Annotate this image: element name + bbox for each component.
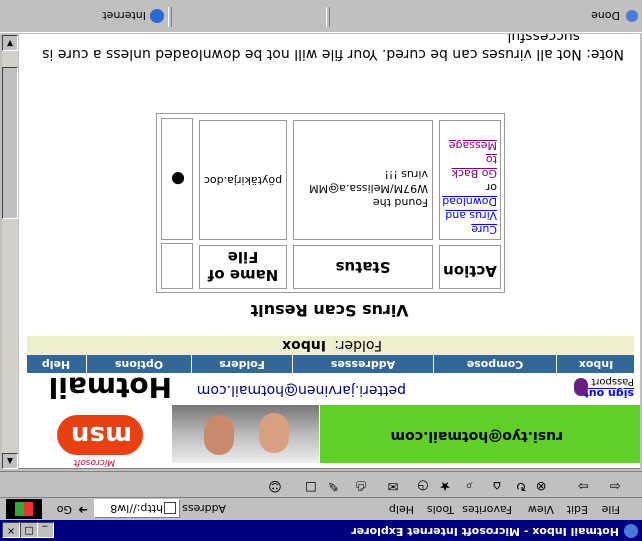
- cure-link-text: Download: [442, 195, 497, 208]
- menu-help[interactable]: Help: [389, 503, 414, 516]
- home-icon[interactable]: ⌂: [488, 477, 506, 493]
- menu-tools[interactable]: Tools: [427, 503, 454, 516]
- favorites-icon[interactable]: ★: [436, 477, 454, 493]
- scroll-down-icon[interactable]: ▼: [2, 35, 18, 51]
- virus-icon-cell: ●: [161, 118, 193, 240]
- search-icon[interactable]: ⌕: [460, 477, 478, 493]
- go-button[interactable]: ➜ Go: [46, 501, 90, 518]
- status-text: Done: [591, 9, 620, 22]
- menu-file[interactable]: File: [602, 503, 620, 516]
- header-action: Action: [439, 245, 501, 289]
- or-text: or: [485, 181, 497, 194]
- title-bar: Hotmail Inbox - Microsoft Internet Explo…: [0, 520, 642, 541]
- file-cell: pöytäkirja.doc: [199, 120, 287, 240]
- folder-label: Folder:: [334, 337, 382, 353]
- header-file: Name of File: [199, 245, 287, 289]
- nav-addresses[interactable]: Addresses: [293, 355, 434, 373]
- photo-ad[interactable]: [172, 405, 319, 463]
- menu-edit[interactable]: Edit: [567, 503, 588, 516]
- hotmail-title: Hotmail: [48, 371, 172, 404]
- ad-banner[interactable]: rusi.tyo@hotmail.com: [320, 405, 640, 463]
- toolbar: ⇦ ⇨ ⊗ ↻ ⌂ ⌕ ★ ◷ ✉ ⎙ ✎ ☐ ☺: [0, 471, 642, 497]
- forward-icon[interactable]: ⇨: [574, 477, 592, 493]
- globe-icon: [150, 9, 164, 23]
- msn-logo-text: msn: [70, 420, 132, 450]
- bomb-icon: ●: [171, 170, 185, 189]
- go-back-link-text: Go Back: [451, 167, 497, 180]
- windows-flag-icon: [15, 502, 33, 516]
- maximize-button[interactable]: □: [20, 522, 38, 538]
- nav-bar: Inbox Compose Addresses Folders Options …: [26, 355, 634, 373]
- menu-bar: File Edit View Favorites Tools Help Addr…: [0, 497, 642, 519]
- print-icon[interactable]: ⎙: [352, 477, 370, 493]
- menu-favorites[interactable]: Favorites: [462, 503, 512, 516]
- folder-name: Inbox: [282, 337, 326, 353]
- history-icon[interactable]: ◷: [414, 477, 432, 493]
- person-image: [259, 413, 289, 453]
- passport-label: Passport: [591, 376, 634, 387]
- cure-link-text: Cure: [471, 223, 497, 236]
- nav-folders[interactable]: Folders: [192, 355, 293, 373]
- address-field[interactable]: http://lw8: [94, 499, 180, 518]
- stop-icon[interactable]: ⊗: [532, 477, 550, 493]
- status-divider: [168, 7, 172, 27]
- sign-out-link[interactable]: sign out: [584, 387, 635, 400]
- nav-options[interactable]: Options: [87, 355, 192, 373]
- microsoft-label: Microsoft: [73, 457, 115, 467]
- virus-note: Note: Not all viruses can be cured. Your…: [24, 34, 624, 63]
- scan-title: Virus Scan Result: [250, 301, 409, 320]
- person-image: [204, 415, 234, 455]
- header-status: Status: [293, 245, 433, 289]
- messenger-icon[interactable]: ☺: [266, 477, 284, 493]
- status-bar: Done Internet: [0, 0, 642, 33]
- msn-logo[interactable]: msn Microsoft: [55, 413, 145, 467]
- cure-link[interactable]: Cure Virus and Download: [442, 194, 497, 236]
- note-line: Note: Not all viruses can be cured. Your…: [42, 46, 624, 62]
- nav-compose[interactable]: Compose: [434, 355, 557, 373]
- action-cell: Cure Virus and Download or Go Back to Me…: [439, 120, 501, 240]
- virus-name: W97M/Melissa.a@MM: [309, 182, 428, 195]
- status-cell: Found the W97M/Melissa.a@MM virus !!!: [293, 120, 433, 240]
- banner-email: rusi.tyo@hotmail.com: [390, 428, 564, 444]
- mail-icon[interactable]: ✉: [384, 477, 402, 493]
- cure-link-text: Virus and: [445, 209, 497, 222]
- go-back-link[interactable]: Go Back to Message: [443, 138, 497, 180]
- nav-inbox[interactable]: Inbox: [558, 355, 634, 373]
- nav-help[interactable]: Help: [26, 355, 87, 373]
- windows-throbber: [6, 499, 42, 519]
- address-value: http://lw8: [110, 502, 163, 515]
- address-label: Address: [182, 502, 226, 515]
- status-text: virus !!!: [384, 168, 428, 181]
- user-email: petteri.jarvinen@hotmail.com: [196, 382, 406, 398]
- passport-icon: [574, 378, 588, 396]
- security-zone: Internet: [102, 9, 146, 22]
- go-label: Go: [56, 503, 72, 516]
- ie-logo-icon: [624, 524, 638, 538]
- back-icon[interactable]: ⇦: [606, 477, 624, 493]
- go-back-link-text: Message: [448, 139, 497, 152]
- edit-icon[interactable]: ✎: [324, 477, 342, 493]
- window-title: Hotmail Inbox - Microsoft Internet Explo…: [351, 525, 619, 538]
- go-arrow-icon: ➜: [77, 503, 88, 517]
- folder-bar: Folder: Inbox: [27, 336, 634, 355]
- page-content: rusi.tyo@hotmail.com msn Microsoft sign …: [19, 34, 640, 469]
- refresh-icon[interactable]: ↻: [512, 477, 530, 493]
- go-back-link-text: to: [485, 153, 497, 166]
- passport-signout[interactable]: sign out Passport: [570, 370, 634, 400]
- discuss-icon[interactable]: ☐: [302, 477, 320, 493]
- header-blank: [161, 243, 193, 289]
- close-button[interactable]: ×: [2, 522, 20, 538]
- page-done-icon: [626, 10, 638, 22]
- scan-results-table: Action Status Name of File Cure Virus an…: [156, 113, 505, 293]
- scroll-thumb[interactable]: [2, 67, 18, 219]
- status-text: Found the: [372, 196, 428, 209]
- vertical-scrollbar[interactable]: ▲ ▼: [2, 35, 18, 469]
- minimize-button[interactable]: _: [36, 522, 54, 538]
- scroll-up-icon[interactable]: ▲: [2, 453, 18, 469]
- status-divider: [326, 7, 330, 27]
- page-icon: [164, 502, 176, 514]
- menu-view[interactable]: View: [528, 503, 554, 516]
- note-line: successful.: [503, 34, 580, 44]
